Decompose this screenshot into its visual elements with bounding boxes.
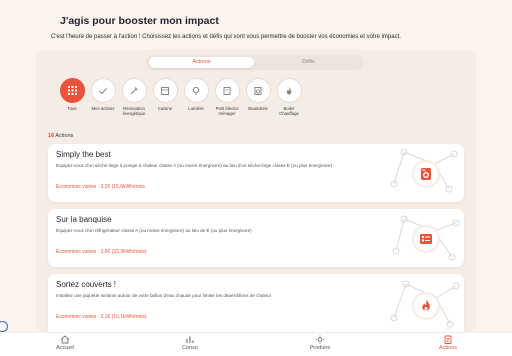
category-label: Boiler Chauffage <box>279 106 299 116</box>
grid-icon <box>59 78 85 103</box>
card-description: Équipez-vous d'un réfrigérateur classe A… <box>56 228 252 233</box>
category-lumiere[interactable]: Lumière <box>182 78 210 111</box>
nav-conso[interactable]: Conso <box>160 335 220 351</box>
action-card[interactable]: Sortez couverts ! Installez une jaquette… <box>48 274 464 336</box>
tab-defis[interactable]: Défis <box>256 57 361 68</box>
card-description: Installez une jaquette isolante autour d… <box>56 293 272 298</box>
washing-machine-icon <box>245 78 271 103</box>
nav-label: Actions <box>438 345 458 351</box>
card-title: Sortez couverts ! <box>56 280 117 289</box>
category-petit-electro[interactable]: Petit électro ménager <box>213 78 241 116</box>
category-label: Tous <box>67 106 77 111</box>
actions-page: J'agis pour booster mon impact C'est l'h… <box>0 0 512 356</box>
clipboard-icon <box>444 335 452 344</box>
nav-accueil[interactable]: Accueil <box>35 335 95 351</box>
nav-label: Produire <box>309 345 331 351</box>
card-savings: Économies visées : 3,2€ (15,6kWh/mois <box>56 184 145 190</box>
card-title: Simply the best <box>56 150 111 159</box>
flame-icon <box>412 292 440 320</box>
flame-icon <box>276 78 302 103</box>
category-tous[interactable]: Tous <box>58 78 86 111</box>
nav-produire[interactable]: Produire <box>290 335 350 351</box>
bulb-icon <box>183 78 209 103</box>
card-description: Équipez-vous d'un sèche-linge à pompe à … <box>56 163 333 168</box>
category-label: Buanderie <box>248 106 268 111</box>
count-number: 18 <box>48 133 55 139</box>
tab-actions[interactable]: Actions <box>149 57 254 68</box>
check-icon <box>90 78 116 103</box>
category-mes-actions[interactable]: Mes actions <box>89 78 117 111</box>
home-icon <box>60 335 70 344</box>
category-buanderie[interactable]: Buanderie <box>244 78 272 111</box>
card-savings: Économies visées : 2,1€ (10,1kWh/mois) <box>56 314 147 320</box>
dryer-icon <box>412 160 440 188</box>
actions-count: 18 Actions <box>48 133 73 139</box>
action-card[interactable]: Simply the best Équipez-vous d'un sèche-… <box>48 144 464 202</box>
category-label: Petit électro ménager <box>215 106 239 116</box>
count-label: Actions <box>55 133 74 139</box>
tab-switcher: Actions Défis <box>146 55 364 70</box>
appliance-icon <box>214 78 240 103</box>
fridge-icon <box>412 225 440 253</box>
action-card[interactable]: Sur la banquise Équipez-vous d'un réfrig… <box>48 209 464 267</box>
category-label: Rénovation énergétique <box>122 106 146 116</box>
bottom-navigation: Accueil Conso Produire Actions <box>0 332 512 356</box>
tools-icon <box>121 78 147 103</box>
nav-label: Accueil <box>56 345 74 351</box>
category-label: Cuisine <box>157 106 173 111</box>
category-cuisine[interactable]: Cuisine <box>151 78 179 111</box>
nav-actions[interactable]: Actions <box>418 335 478 351</box>
page-title: J'agis pour booster mon impact <box>60 15 219 27</box>
category-renovation[interactable]: Rénovation énergétique <box>120 78 148 116</box>
chart-icon <box>186 336 194 343</box>
stove-icon <box>152 78 178 103</box>
category-filter: Tous Mes actions Rénovation énergétique … <box>58 78 308 123</box>
card-title: Sur la banquise <box>56 215 112 224</box>
sun-icon <box>316 335 324 344</box>
category-label: Mes actions <box>91 106 115 111</box>
card-savings: Économies visées : 3,5€ (33,3kWh/mois) <box>56 249 147 255</box>
floating-help-button[interactable] <box>0 321 8 332</box>
category-boiler[interactable]: Boiler Chauffage <box>275 78 303 116</box>
nav-label: Conso <box>182 345 198 351</box>
page-subtitle: C'est l'heure de passer à l'action ! Cho… <box>51 34 401 40</box>
category-label: Lumière <box>188 106 204 111</box>
